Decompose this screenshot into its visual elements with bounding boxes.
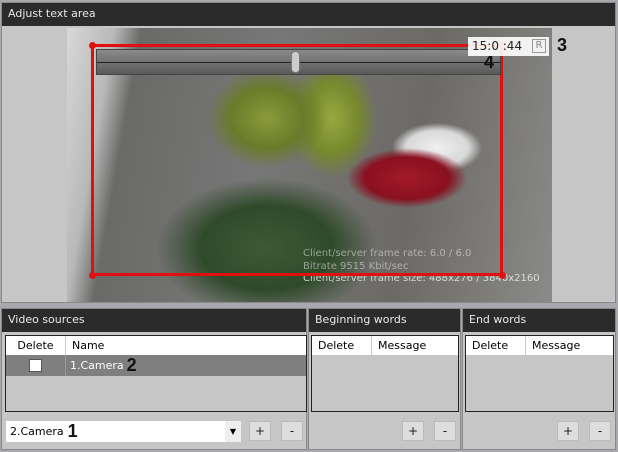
beginning-words-panel: Beginning words Delete Message + - — [308, 308, 461, 450]
column-delete: Delete — [466, 336, 526, 355]
delete-checkbox[interactable] — [29, 359, 42, 372]
slider-thumb[interactable] — [291, 51, 301, 73]
column-name: Name — [72, 339, 105, 352]
end-words-title: End words — [463, 309, 615, 332]
annotation-1: 1 — [67, 421, 78, 441]
video-sources-title: Video sources — [2, 309, 306, 332]
column-message: Message — [378, 339, 427, 352]
camera-select-value: 2.Camera — [10, 425, 64, 438]
column-message: Message — [532, 339, 581, 352]
column-delete: Delete — [6, 336, 66, 355]
beginning-words-table: Delete Message — [311, 335, 459, 412]
adjust-text-area-panel: Adjust text area Client/server frame rat… — [1, 2, 616, 303]
remove-beginning-word-button[interactable]: - — [434, 421, 456, 441]
timestamp-box: 15:0 :44 R — [468, 37, 549, 56]
remove-end-word-button[interactable]: - — [589, 421, 611, 441]
annotation-2: 2 — [126, 355, 137, 375]
table-row[interactable]: 1.Camera 2 — [6, 355, 306, 376]
end-words-table: Delete Message — [465, 335, 614, 412]
resize-handle-bottom-right[interactable] — [499, 272, 506, 279]
camera-select[interactable]: 2.Camera 1 ▼ — [6, 421, 241, 442]
video-sources-panel: Video sources Delete Name 1.Camera 2 2.C… — [1, 308, 307, 450]
delete-cell — [6, 355, 66, 376]
resize-handle-bottom-left[interactable] — [89, 272, 96, 279]
column-delete: Delete — [312, 336, 372, 355]
add-beginning-word-button[interactable]: + — [402, 421, 424, 441]
video-preview[interactable]: Client/server frame rate: 6.0 / 6.0 Bitr… — [67, 28, 552, 302]
panel-title: Adjust text area — [2, 3, 615, 26]
r-button[interactable]: R — [532, 39, 546, 53]
add-end-word-button[interactable]: + — [557, 421, 579, 441]
video-sources-table: Delete Name 1.Camera 2 — [5, 335, 307, 412]
table-header: Delete Message — [466, 335, 613, 355]
end-words-panel: End words Delete Message + - — [462, 308, 616, 450]
beginning-words-title: Beginning words — [309, 309, 460, 332]
source-name: 1.Camera — [70, 359, 124, 372]
resize-handle-top-left[interactable] — [89, 42, 96, 49]
remove-source-button[interactable]: - — [281, 421, 303, 441]
chevron-down-icon[interactable]: ▼ — [225, 421, 241, 442]
timestamp: 15:0 :44 — [472, 39, 523, 53]
text-area-rectangle[interactable] — [91, 44, 503, 276]
add-source-button[interactable]: + — [249, 421, 271, 441]
transparency-slider[interactable]: 4 — [96, 49, 501, 75]
table-header: Delete Name — [6, 335, 306, 355]
annotation-3: 3 — [557, 35, 568, 55]
table-header: Delete Message — [312, 335, 458, 355]
